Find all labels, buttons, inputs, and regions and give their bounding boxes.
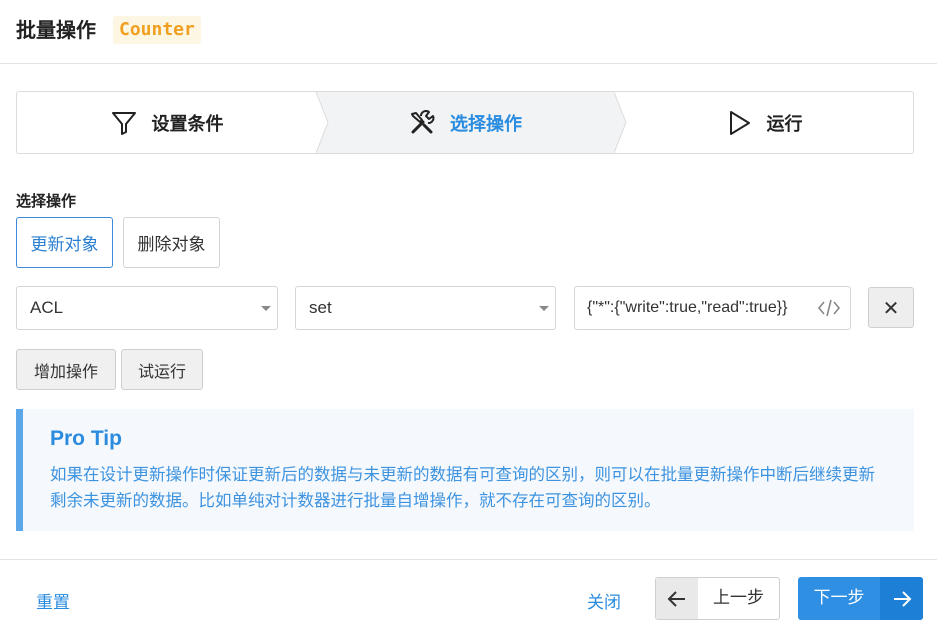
code-icon[interactable] — [817, 297, 841, 319]
step-separator — [316, 92, 329, 153]
pro-tip-title: Pro Tip — [50, 427, 122, 450]
chevron-down-icon — [261, 306, 271, 311]
pro-tip-panel: Pro Tip 如果在设计更新操作时保证更新后的数据与未更新的数据有可查询的区别… — [16, 409, 914, 531]
dialog-header: 批量操作 Counter — [0, 0, 937, 64]
reset-link[interactable]: 重置 — [36, 588, 70, 613]
remove-operation-button[interactable]: ✕ — [868, 287, 914, 328]
step-label: 设置条件 — [151, 113, 224, 135]
pro-tip-body: 如果在设计更新操作时保证更新后的数据与未更新的数据有可查询的区别，则可以在批量更… — [50, 465, 875, 510]
dialog-footer — [0, 559, 937, 625]
tools-icon — [408, 109, 436, 137]
operator-select-value: set — [309, 298, 332, 317]
arrow-right-icon — [880, 577, 923, 620]
step-run[interactable]: 运行 — [614, 92, 913, 153]
close-link[interactable]: 关闭 — [587, 588, 621, 613]
close-icon: ✕ — [882, 295, 900, 320]
add-operation-button[interactable]: 增加操作 — [16, 349, 116, 390]
dialog-title: 批量操作 — [16, 18, 96, 42]
operator-select[interactable]: set — [295, 286, 556, 330]
arrow-left-icon — [656, 578, 698, 619]
value-input-text: {"*":{"write":true,"read":true}} — [587, 299, 788, 316]
step-label: 选择操作 — [450, 113, 522, 135]
step-set-conditions[interactable]: 设置条件 — [17, 92, 316, 153]
class-badge: Counter — [113, 16, 201, 44]
previous-step-button[interactable]: 上一步 — [655, 577, 780, 620]
step-indicator: 设置条件 选择操作 运行 — [16, 91, 914, 154]
play-icon — [725, 109, 753, 137]
value-input[interactable]: {"*":{"write":true,"read":true}} — [574, 286, 851, 330]
update-object-button[interactable]: 更新对象 — [16, 217, 113, 268]
field-select[interactable]: ACL — [16, 286, 278, 330]
field-select-value: ACL — [30, 298, 64, 317]
delete-object-button[interactable]: 删除对象 — [123, 217, 220, 268]
chevron-down-icon — [539, 306, 549, 311]
previous-step-label: 上一步 — [713, 588, 764, 608]
section-label: 选择操作 — [16, 192, 77, 210]
dry-run-button[interactable]: 试运行 — [121, 349, 203, 390]
next-step-button[interactable]: 下一步 — [798, 577, 923, 620]
step-separator — [614, 92, 627, 153]
next-step-label: 下一步 — [813, 588, 865, 608]
filter-icon — [110, 109, 138, 137]
step-label: 运行 — [766, 113, 803, 135]
step-choose-operation[interactable]: 选择操作 — [316, 92, 614, 153]
